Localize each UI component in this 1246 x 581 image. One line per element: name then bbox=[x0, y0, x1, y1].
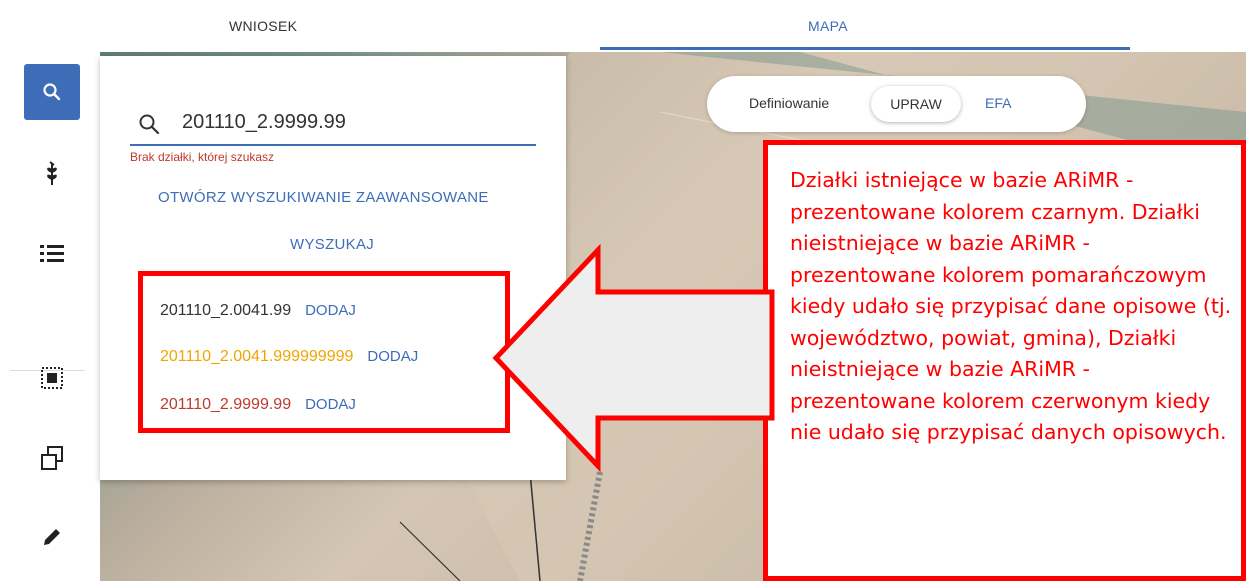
left-toolbar bbox=[0, 52, 100, 581]
edit-tool-button[interactable] bbox=[24, 509, 80, 565]
list-tool-button[interactable] bbox=[24, 226, 80, 282]
copy-icon bbox=[41, 446, 63, 470]
search-error-message: Brak działki, której szukasz bbox=[130, 150, 275, 164]
search-icon bbox=[43, 83, 61, 101]
search-field[interactable] bbox=[130, 104, 536, 146]
toggle-label: Definiowanie bbox=[749, 95, 830, 111]
copy-tool-button[interactable] bbox=[24, 430, 80, 486]
annotation-text: Działki istniejące w bazie ARiMR - preze… bbox=[790, 168, 1232, 444]
top-tabs: WNIOSEK MAPA bbox=[0, 0, 1246, 52]
definition-mode-toggle: Definiowanie UPRAW EFA bbox=[707, 76, 1086, 132]
list-icon bbox=[40, 245, 64, 262]
tab-wniosek[interactable]: WNIOSEK bbox=[229, 18, 297, 34]
crops-tool-button[interactable] bbox=[24, 145, 80, 201]
search-button[interactable]: WYSZUKAJ bbox=[290, 236, 374, 253]
select-area-tool-button[interactable] bbox=[24, 350, 80, 406]
search-input[interactable] bbox=[180, 110, 524, 135]
advanced-search-link[interactable]: OTWÓRZ WYSZUKIWANIE ZAAWANSOWANE bbox=[158, 189, 489, 206]
tab-mapa-indicator bbox=[600, 47, 1130, 50]
annotation-callout: Działki istniejące w bazie ARiMR - preze… bbox=[763, 140, 1246, 581]
plant-icon bbox=[47, 161, 57, 185]
results-highlight-box bbox=[138, 271, 510, 433]
upraw-toggle-button[interactable]: UPRAW bbox=[871, 86, 961, 122]
pencil-icon bbox=[44, 529, 60, 545]
select-area-icon bbox=[41, 367, 63, 389]
search-tool-button[interactable] bbox=[24, 64, 80, 120]
search-icon bbox=[139, 114, 160, 135]
tab-mapa[interactable]: MAPA bbox=[808, 18, 848, 34]
efa-toggle-button[interactable]: EFA bbox=[985, 95, 1011, 111]
